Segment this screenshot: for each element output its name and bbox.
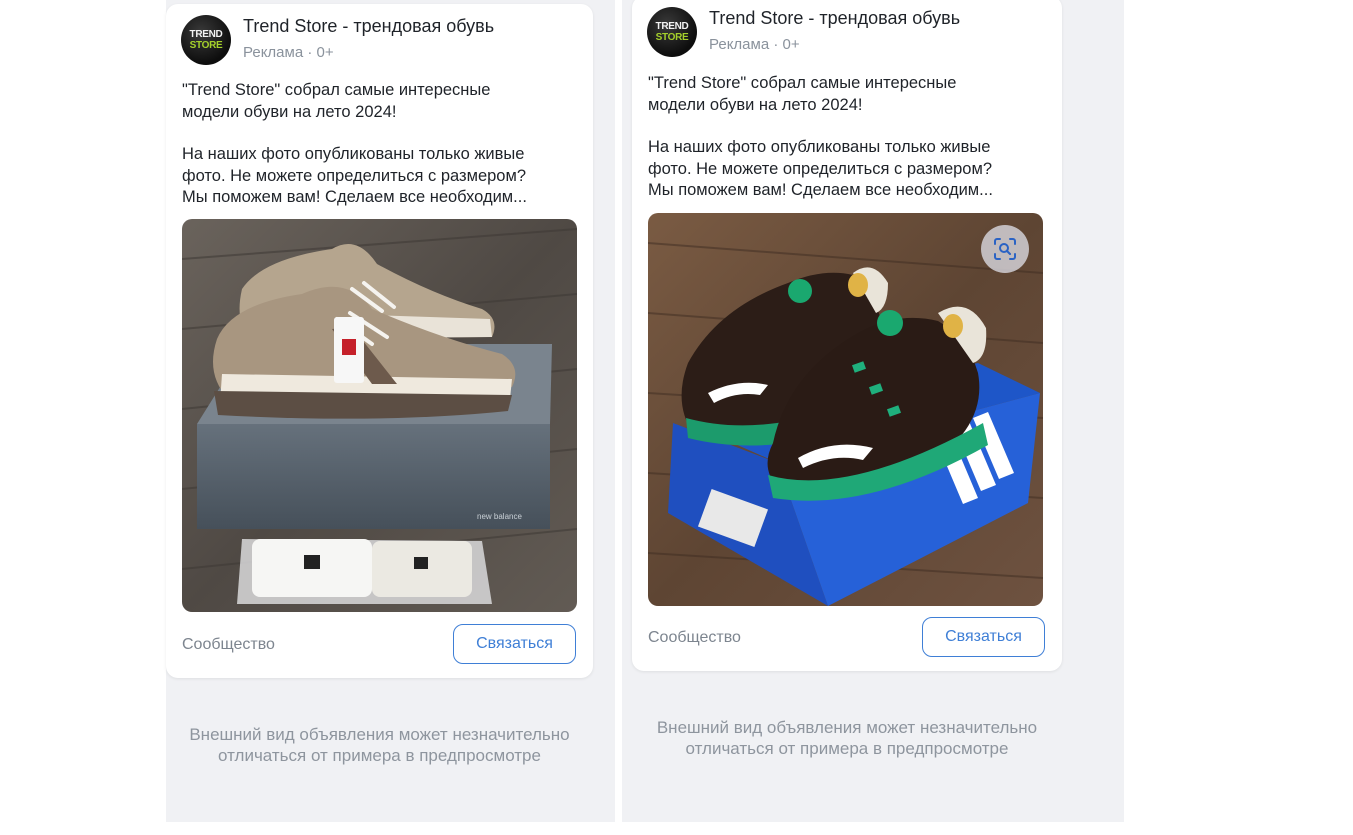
disclaimer-line: Внешний вид объявления может незначитель… [656, 718, 1038, 737]
post-text-line: Мы поможем вам! Сделаем все необходим... [648, 181, 993, 199]
community-label[interactable]: Сообщество [182, 636, 275, 654]
post-text-line: модели обуви на лето 2024! [648, 95, 863, 114]
ad-meta-label: Реклама · 0+ [709, 36, 800, 53]
disclaimer-line: отличаться от примера в предпросмотре [218, 746, 541, 765]
logo-text-line2: STORE [189, 39, 223, 51]
post-text-paragraph-1: "Trend Store" собрал самые интересные мо… [182, 80, 490, 123]
post-text-line: фото. Не можете определиться с размером? [182, 166, 527, 185]
author-name[interactable]: Trend Store - трендовая обувь [709, 8, 960, 29]
image-search-icon[interactable] [981, 225, 1029, 273]
ad-preview-stage: TREND STORE Trend Store - трендовая обув… [0, 0, 1353, 835]
disclaimer-line: Внешний вид объявления может незначитель… [189, 725, 570, 744]
post-text-paragraph-2: На наших фото опубликованы только живые … [182, 144, 527, 209]
logo-text-line2: STORE [655, 31, 689, 43]
logo-text-line1: TREND [189, 28, 223, 40]
post-text-paragraph-1: "Trend Store" собрал самые интересные мо… [648, 73, 956, 116]
community-label[interactable]: Сообщество [648, 629, 741, 647]
author-name[interactable]: Trend Store - трендовая обувь [243, 16, 494, 37]
ad-card-right: TREND STORE Trend Store - трендовая обув… [632, 0, 1062, 671]
ad-meta-label: Реклама · 0+ [243, 44, 334, 61]
contact-button[interactable]: Связаться [922, 617, 1045, 657]
preview-disclaimer: Внешний вид объявления может незначитель… [166, 724, 593, 766]
post-text-line: "Trend Store" собрал самые интересные [182, 81, 491, 99]
sneakers-photo[interactable]: new balance [182, 219, 577, 612]
trend-store-logo-icon[interactable]: TREND STORE [181, 15, 231, 65]
preview-disclaimer: Внешний вид объявления может незначитель… [632, 717, 1062, 759]
svg-text:new balance: new balance [477, 512, 522, 521]
post-text-line: модели обуви на лето 2024! [182, 102, 397, 121]
post-text-line: Мы поможем вам! Сделаем все необходим... [182, 188, 527, 206]
sneakers-photo[interactable] [648, 213, 1043, 606]
logo-text-line1: TREND [655, 20, 689, 32]
contact-button[interactable]: Связаться [453, 624, 576, 664]
trend-store-logo-icon[interactable]: TREND STORE [647, 7, 697, 57]
disclaimer-line: отличаться от примера в предпросмотре [685, 739, 1009, 758]
post-text-line: На наших фото опубликованы только живые [182, 145, 525, 163]
post-text-line: фото. Не можете определиться с размером? [648, 159, 993, 178]
post-text-line: На наших фото опубликованы только живые [648, 138, 991, 156]
ad-card-left: TREND STORE Trend Store - трендовая обув… [166, 4, 593, 678]
post-text-paragraph-2: На наших фото опубликованы только живые … [648, 137, 993, 202]
post-text-line: "Trend Store" собрал самые интересные [648, 74, 957, 92]
